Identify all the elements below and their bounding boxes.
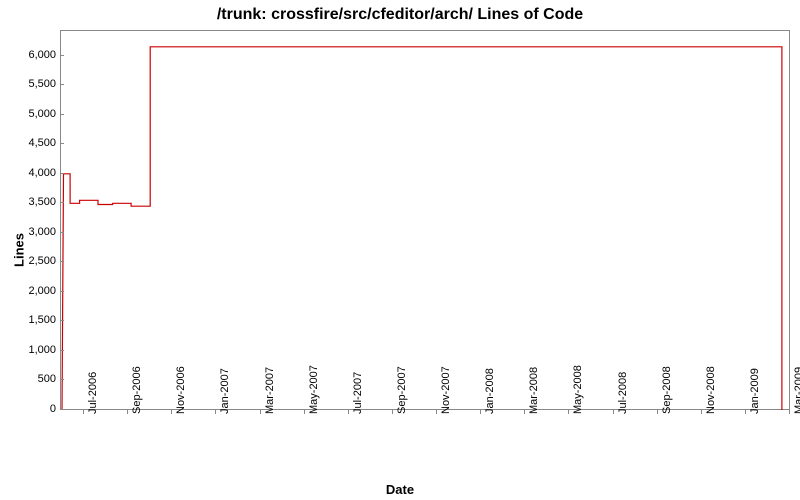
x-tick-label: Jan-2009 bbox=[749, 368, 761, 414]
x-tick-label: Sep-2007 bbox=[396, 366, 408, 414]
y-tick-label: 2,500 bbox=[28, 255, 56, 267]
y-tick-mark bbox=[60, 291, 64, 292]
chart-container: /trunk: crossfire/src/cfeditor/arch/ Lin… bbox=[0, 0, 800, 500]
x-tick-mark bbox=[348, 410, 349, 414]
y-tick-mark bbox=[60, 173, 64, 174]
x-tick-mark bbox=[701, 410, 702, 414]
x-tick-mark bbox=[568, 410, 569, 414]
y-tick-label: 500 bbox=[38, 373, 56, 385]
y-tick-label: 1,500 bbox=[28, 314, 56, 326]
x-tick-label: Jan-2008 bbox=[484, 368, 496, 414]
y-tick-mark bbox=[60, 350, 64, 351]
x-tick-mark bbox=[657, 410, 658, 414]
y-tick-label: 6,000 bbox=[28, 49, 56, 61]
y-tick-mark bbox=[60, 261, 64, 262]
y-tick-mark bbox=[60, 143, 64, 144]
y-tick-mark bbox=[60, 320, 64, 321]
x-tick-mark bbox=[436, 410, 437, 414]
x-tick-mark bbox=[480, 410, 481, 414]
y-tick-label: 5,000 bbox=[28, 108, 56, 120]
y-tick-label: 0 bbox=[50, 403, 56, 415]
x-tick-mark bbox=[127, 410, 128, 414]
x-tick-mark bbox=[524, 410, 525, 414]
chart-title: /trunk: crossfire/src/cfeditor/arch/ Lin… bbox=[0, 0, 800, 24]
x-tick-label: May-2007 bbox=[308, 365, 320, 414]
x-tick-label: Jul-2008 bbox=[617, 372, 629, 414]
x-tick-mark bbox=[171, 410, 172, 414]
y-tick-label: 1,000 bbox=[28, 344, 56, 356]
x-tick-label: Nov-2007 bbox=[440, 366, 452, 414]
x-axis-label: Date bbox=[386, 482, 414, 497]
x-tick-mark bbox=[745, 410, 746, 414]
x-tick-label: Jul-2007 bbox=[352, 372, 364, 414]
x-tick-mark bbox=[613, 410, 614, 414]
x-tick-mark bbox=[83, 410, 84, 414]
y-tick-label: 2,000 bbox=[28, 285, 56, 297]
y-tick-mark bbox=[60, 114, 64, 115]
x-tick-label: Nov-2006 bbox=[175, 366, 187, 414]
y-tick-mark bbox=[60, 232, 64, 233]
x-tick-label: Nov-2008 bbox=[705, 366, 717, 414]
y-tick-mark bbox=[60, 84, 64, 85]
y-tick-mark bbox=[60, 55, 64, 56]
x-tick-mark bbox=[260, 410, 261, 414]
x-tick-label: Jan-2007 bbox=[219, 368, 231, 414]
y-tick-label: 5,500 bbox=[28, 78, 56, 90]
y-tick-mark bbox=[60, 409, 64, 410]
x-tick-label: Jul-2006 bbox=[87, 372, 99, 414]
x-tick-mark bbox=[789, 410, 790, 414]
x-tick-label: Mar-2009 bbox=[793, 367, 800, 414]
x-tick-label: May-2008 bbox=[572, 365, 584, 414]
y-tick-label: 3,000 bbox=[28, 226, 56, 238]
y-tick-label: 4,500 bbox=[28, 137, 56, 149]
y-tick-label: 3,500 bbox=[28, 196, 56, 208]
y-tick-label: 4,000 bbox=[28, 167, 56, 179]
x-tick-mark bbox=[304, 410, 305, 414]
x-tick-label: Mar-2008 bbox=[528, 367, 540, 414]
y-tick-mark bbox=[60, 202, 64, 203]
x-tick-label: Sep-2006 bbox=[131, 366, 143, 414]
plot-area bbox=[60, 30, 790, 410]
x-tick-mark bbox=[215, 410, 216, 414]
data-series-line bbox=[61, 31, 789, 409]
x-tick-mark bbox=[392, 410, 393, 414]
y-axis-label: Lines bbox=[11, 233, 26, 267]
x-tick-label: Sep-2008 bbox=[661, 366, 673, 414]
y-tick-mark bbox=[60, 379, 64, 380]
x-tick-label: Mar-2007 bbox=[264, 367, 276, 414]
